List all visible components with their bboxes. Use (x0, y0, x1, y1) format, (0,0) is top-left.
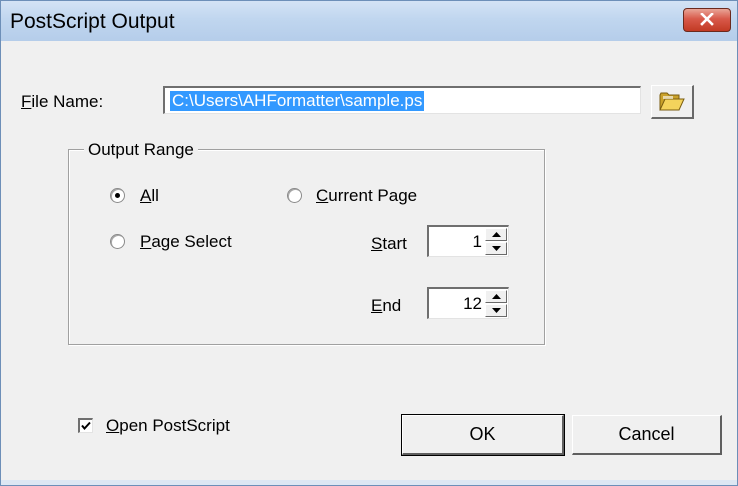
spin-down-icon (492, 308, 501, 313)
end-spin-down[interactable] (485, 304, 507, 317)
start-label: Start (371, 234, 407, 253)
cancel-button[interactable]: Cancel (572, 415, 722, 455)
window-title: PostScript Output (10, 10, 175, 33)
start-page-value: 1 (472, 232, 482, 251)
open-postscript-checkbox[interactable] (78, 418, 93, 433)
postscript-output-dialog: PostScript Output File Name: C:\Users\AH… (0, 0, 738, 486)
open-postscript-label[interactable]: Open PostScript (106, 416, 230, 436)
window-bottom-border (1, 480, 737, 485)
ok-button[interactable]: OK (401, 414, 565, 456)
radio-all-label[interactable]: All (140, 186, 159, 206)
file-name-label: File Name: (21, 92, 104, 111)
end-label: End (371, 296, 402, 315)
checkmark-icon (81, 421, 91, 431)
spin-up-icon (492, 232, 501, 237)
file-name-value: C:\Users\AHFormatter\sample.ps (170, 91, 425, 111)
end-spin-up[interactable] (485, 290, 507, 303)
radio-current-page[interactable] (287, 188, 302, 203)
close-icon (700, 13, 714, 26)
radio-page-select-label[interactable]: Page Select (140, 232, 232, 252)
radio-current-page-label[interactable]: Current Page (316, 186, 417, 206)
output-range-legend: Output Range (84, 140, 198, 160)
spin-down-icon (492, 246, 501, 251)
end-page-value: 12 (463, 294, 482, 313)
radio-all[interactable] (110, 188, 125, 203)
folder-open-icon (659, 92, 685, 111)
close-button[interactable] (683, 8, 731, 32)
end-page-spinner[interactable]: 12 (427, 287, 509, 319)
title-bar: PostScript Output (1, 1, 737, 41)
start-spin-down[interactable] (485, 242, 507, 255)
spin-up-icon (492, 294, 501, 299)
file-name-input[interactable]: C:\Users\AHFormatter\sample.ps (163, 86, 641, 114)
browse-button[interactable] (651, 85, 694, 119)
radio-page-select[interactable] (110, 234, 125, 249)
start-spin-up[interactable] (485, 228, 507, 241)
start-page-spinner[interactable]: 1 (427, 225, 509, 257)
